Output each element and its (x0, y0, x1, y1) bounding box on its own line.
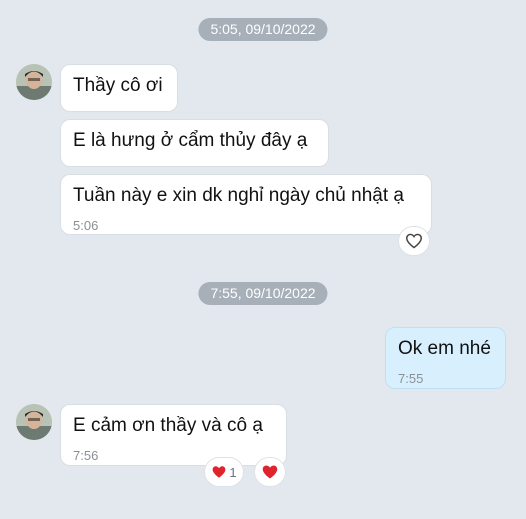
message-timestamp: 7:55 (398, 371, 424, 386)
message-timestamp: 5:06 (73, 218, 99, 233)
sender-avatar[interactable] (16, 404, 52, 440)
message-bubble[interactable]: E là hưng ở cẩm thủy đây ạ (60, 119, 329, 167)
react-button[interactable] (254, 457, 286, 487)
heart-outline-icon (405, 233, 423, 249)
sent-message-bubble[interactable]: Ok em nhé 7:55 (385, 327, 506, 389)
time-divider: 5:05, 09/10/2022 (198, 18, 328, 41)
avatar-image (16, 404, 52, 440)
message-text: Tuần này e xin dk nghỉ ngày chủ nhật ạ (73, 185, 404, 206)
message-timestamp: 7:56 (73, 448, 99, 463)
heart-filled-icon (213, 466, 226, 478)
sender-avatar[interactable] (16, 64, 52, 100)
heart-filled-icon (262, 465, 278, 479)
time-divider: 7:55, 09/10/2022 (198, 282, 328, 305)
message-bubble[interactable]: Thầy cô ơi (60, 64, 178, 112)
message-text: Ok em nhé (398, 338, 491, 359)
message-text: Thầy cô ơi (73, 75, 163, 96)
message-bubble[interactable]: Tuần này e xin dk nghỉ ngày chủ nhật ạ 5… (60, 174, 432, 235)
message-text: E là hưng ở cẩm thủy đây ạ (73, 130, 308, 151)
avatar-image (16, 64, 52, 100)
message-bubble[interactable]: E cảm ơn thầy và cô ạ 7:56 (60, 404, 287, 466)
react-button[interactable] (398, 226, 430, 256)
message-text: E cảm ơn thầy và cô ạ (73, 415, 263, 436)
reaction-count: 1 (229, 464, 237, 480)
reaction-summary[interactable]: 1 (204, 457, 244, 487)
